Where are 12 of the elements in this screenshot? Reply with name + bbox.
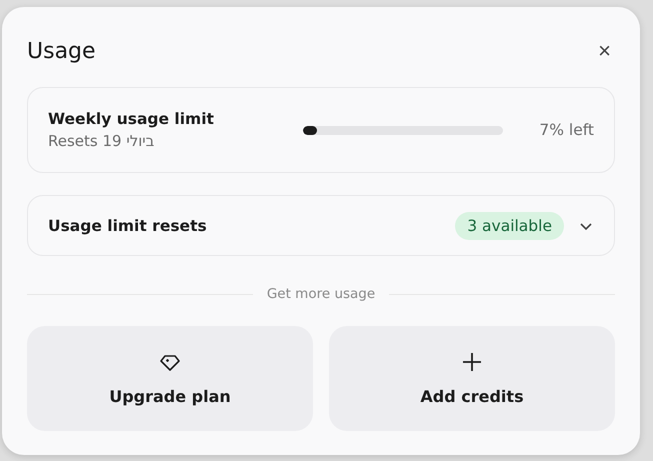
add-button[interactable]: Add credits [329, 326, 615, 431]
dialog-title: Usage [27, 38, 96, 64]
limit-resets-row[interactable]: Usage limit resets 3 available [27, 195, 615, 256]
weekly-limit-title: Weekly usage limit [48, 110, 215, 128]
close-button[interactable]: × [594, 40, 615, 62]
plus-icon [461, 351, 483, 373]
usage-reading: 7% left [539, 121, 594, 139]
section-label: Get more usage [266, 286, 376, 302]
reset-date: Resets 19 ביולי [48, 132, 156, 150]
available-badge: 3 available [455, 212, 564, 240]
limit-resets-title: Usage limit resets [48, 216, 208, 234]
upgrade-button[interactable]: Upgrade plan [27, 326, 313, 431]
